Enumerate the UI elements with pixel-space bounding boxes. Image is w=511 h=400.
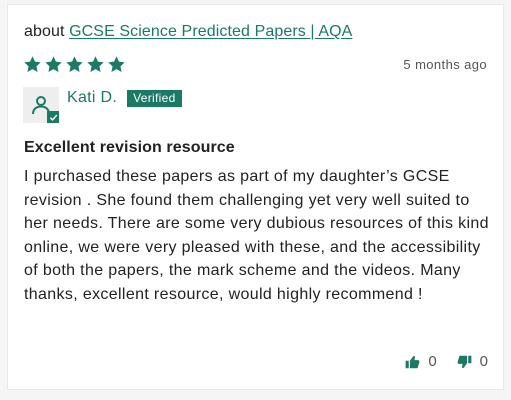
review-title: Excellent revision resource — [24, 139, 235, 156]
verified-check-icon — [47, 111, 59, 123]
upvote-count: 0 — [428, 353, 437, 370]
upvote-button[interactable]: 0 — [405, 353, 437, 370]
star-icon — [87, 56, 104, 72]
review-card: about GCSE Science Predicted Papers | AQ… — [7, 4, 504, 390]
thumbs-down-icon — [457, 355, 472, 368]
star-icon — [45, 56, 62, 72]
verified-badge: Verified — [127, 89, 182, 107]
reviewer-name: Kati D. — [67, 89, 118, 106]
review-date: 5 months ago — [403, 57, 487, 72]
review-body: I purchased these papers as part of my d… — [24, 168, 489, 303]
review-about: about GCSE Science Predicted Papers | AQ… — [24, 23, 352, 41]
review-votes: 0 0 — [405, 353, 488, 370]
star-icon — [66, 56, 83, 72]
star-icon — [108, 56, 125, 72]
product-link[interactable]: GCSE Science Predicted Papers | AQA — [69, 23, 352, 40]
downvote-button[interactable]: 0 — [457, 353, 488, 370]
star-icon — [24, 56, 41, 72]
star-rating — [23, 55, 126, 74]
downvote-count: 0 — [479, 353, 488, 370]
reviewer-info: Kati D. Verified — [67, 89, 182, 107]
avatar — [23, 87, 59, 123]
about-prefix: about — [24, 23, 65, 40]
thumbs-up-icon — [405, 355, 420, 368]
